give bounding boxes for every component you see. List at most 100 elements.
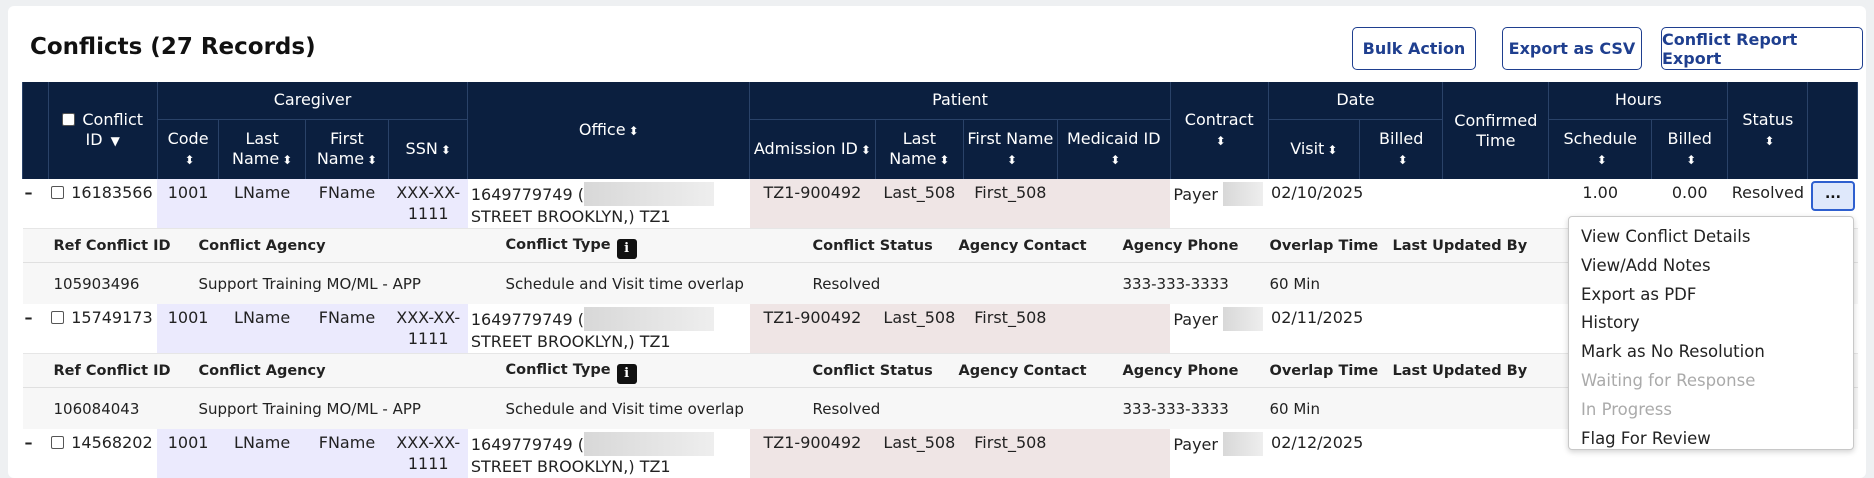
caregiver-first-name: FName [305,429,389,478]
sort-arrows-icon[interactable]: ⬍ [441,140,451,160]
select-all-checkbox[interactable] [62,113,76,126]
header-code[interactable]: Code ⬍ [156,118,220,179]
sort-arrows-icon[interactable]: ⬍ [1110,150,1120,170]
visit-date: 02/10/2025 [1271,183,1364,202]
conflict-type: Schedule and Visit time overlap [505,275,744,294]
menu-item-history[interactable]: History [1569,309,1853,338]
minus-icon[interactable]: – [23,429,49,478]
conflict-report-export-button[interactable]: Conflict Report Export [1661,27,1863,70]
admission-id: TZ1-900492 [749,179,876,228]
page-title: Conflicts (27 Records) [30,34,316,60]
confirmed-time [1443,429,1549,478]
caregiver-last-name: LName [218,304,306,353]
header-contract[interactable]: Contract ⬍ [1169,82,1269,179]
redacted-block [583,182,714,206]
caregiver-first-name: FName [305,304,389,353]
header-office[interactable]: Office ⬍ [467,82,751,179]
contract-cell: Payer [1170,429,1268,478]
billed-date [1360,429,1443,478]
ref-conflict-id: 106084043 [53,400,140,419]
menu-item-in-progress: In Progress [1581,399,1672,419]
caregiver-ssn: XXX-XX-1111 [388,179,468,228]
bulk-action-button[interactable]: Bulk Action [1352,27,1476,70]
caregiver-last-name: LName [218,429,306,478]
office-cell: 1649779749 (STREET BROOKLYN,) TZ1 [468,179,750,228]
header-hours-billed[interactable]: Billed ⬍ [1651,118,1729,179]
header-medicaid-id[interactable]: Medicaid ID⬍ [1056,118,1171,179]
redacted-block [1223,432,1264,456]
sort-arrows-icon[interactable]: ⬍ [1764,131,1774,151]
header-ssn[interactable]: SSN ⬍ [388,118,469,179]
redacted-block [1223,182,1264,206]
sort-arrows-icon[interactable]: ⬍ [939,150,949,170]
sort-arrows-icon[interactable]: ⬍ [1597,150,1607,170]
contract-cell: Payer [1170,179,1268,228]
row-checkbox[interactable] [51,186,65,199]
header-visit[interactable]: Visit ⬍ [1267,118,1361,179]
row-actions-button[interactable]: ... [1810,181,1855,211]
group-header-caregiver: Caregiver [156,82,469,119]
medicaid-id [1057,179,1171,228]
sort-arrows-icon[interactable]: ⬍ [1398,150,1408,170]
office-cell: 1649779749 (STREET BROOKLYN,) TZ1 [468,429,750,478]
info-icon[interactable]: i [616,363,637,384]
header-confirmed-time[interactable]: Confirmed Time [1442,82,1550,179]
confirmed-time [1443,179,1549,228]
header-date-billed[interactable]: Billed ⬍ [1359,118,1444,179]
sort-arrows-icon[interactable]: ⬍ [629,121,639,141]
redacted-block [583,307,714,331]
row-checkbox[interactable] [51,311,65,324]
expand-col-header [22,82,49,179]
conflict-id: 14568202 [71,433,153,452]
sort-arrows-icon[interactable]: ⬍ [185,150,195,170]
header-status[interactable]: Status ⬍ [1727,82,1809,179]
overlap-time: 60 Min [1269,400,1320,419]
menu-item-view-add-notes[interactable]: View/Add Notes [1569,252,1853,281]
ref-conflict-id: 105903496 [53,275,140,294]
overlap-time: 60 Min [1269,275,1320,294]
minus-icon[interactable]: – [23,179,49,228]
group-header-date: Date [1267,82,1444,119]
menu-item-view-conflict-details[interactable]: View Conflict Details [1569,223,1853,252]
sort-arrows-icon[interactable]: ⬍ [1686,150,1696,170]
sort-arrows-icon[interactable]: ⬍ [367,150,377,170]
header-admission-id[interactable]: Admission ID ⬍ [749,118,876,179]
caregiver-ssn: XXX-XX-1111 [388,304,468,353]
caregiver-code: 1001 [157,179,219,228]
conflict-id: 16183566 [71,183,153,202]
group-header-hours: Hours [1548,82,1729,119]
patient-first-name: First_508 [963,179,1058,228]
redacted-block [583,432,714,456]
caregiver-first-name: FName [305,179,389,228]
sort-arrows-icon[interactable]: ⬍ [282,150,292,170]
info-icon[interactable]: i [616,238,637,259]
header-caregiver-last-name[interactable]: Last Name ⬍ [218,118,306,179]
sort-arrows-icon[interactable]: ⬍ [1216,131,1226,151]
menu-item-export-pdf[interactable]: Export as PDF [1569,281,1853,310]
sort-down-icon[interactable]: ▼ [111,131,120,151]
header-patient-first-name[interactable]: First Name⬍ [963,118,1058,179]
patient-last-name: Last_508 [875,304,964,353]
menu-item-waiting-for-response: Waiting for Response [1581,370,1756,390]
row-checkbox[interactable] [51,436,65,449]
office-cell: 1649779749 (STREET BROOKLYN,) TZ1 [468,304,750,353]
minus-icon[interactable]: – [23,304,49,353]
contract-cell: Payer [1170,304,1268,353]
menu-item-flag-for-review[interactable]: Flag For Review [1569,425,1853,454]
header-caregiver-first-name[interactable]: First Name ⬍ [304,118,390,179]
sort-arrows-icon[interactable]: ⬍ [1007,150,1017,170]
header-patient-last-name[interactable]: Last Name ⬍ [874,118,965,179]
menu-item-mark-no-resolution[interactable]: Mark as No Resolution [1569,338,1853,367]
header-conflict-id[interactable]: Conflict ID ▼ [47,82,158,179]
visit-date: 02/12/2025 [1271,433,1364,452]
export-csv-button[interactable]: Export as CSV [1502,27,1642,70]
patient-last-name: Last_508 [875,429,964,478]
header-schedule[interactable]: Schedule ⬍ [1548,118,1653,179]
conflict-agency: Support Training MO/ML - APP [198,275,421,294]
patient-first-name: First_508 [963,429,1058,478]
sort-arrows-icon[interactable]: ⬍ [861,140,871,160]
sort-arrows-icon[interactable]: ⬍ [1327,140,1337,160]
agency-phone: 333-333-3333 [1122,400,1229,419]
agency-phone: 333-333-3333 [1122,275,1229,294]
visit-date: 02/11/2025 [1271,308,1364,327]
